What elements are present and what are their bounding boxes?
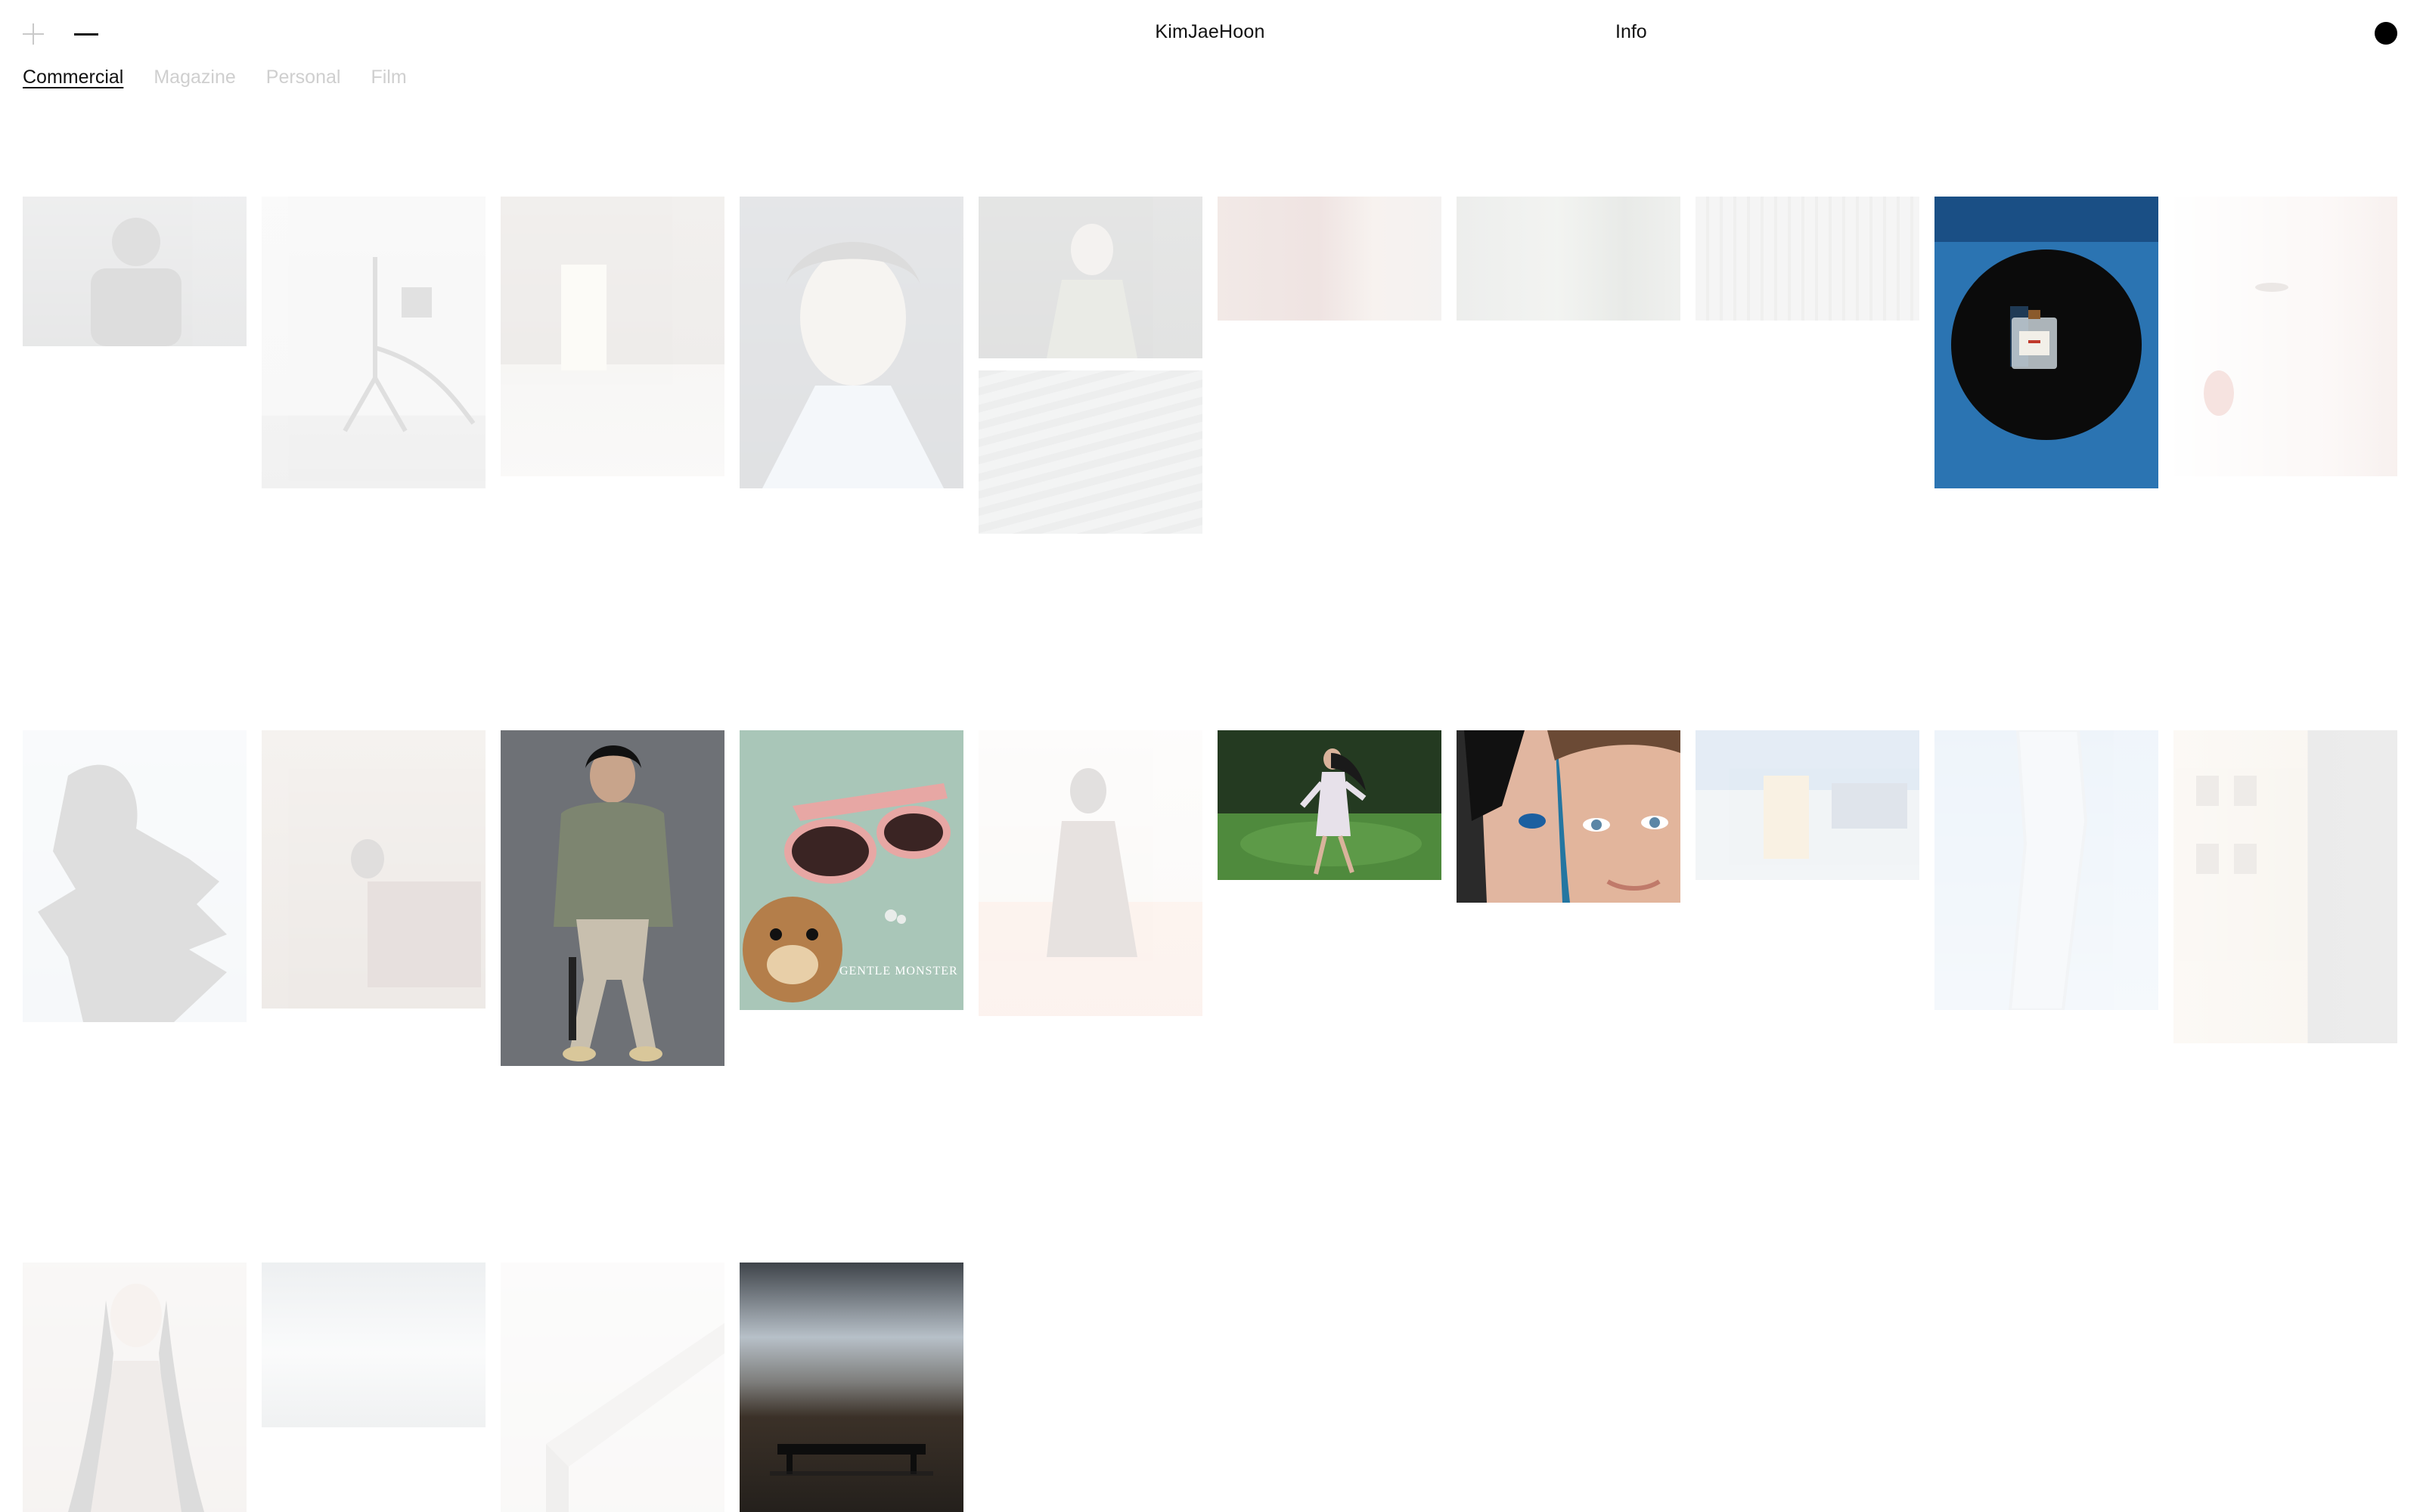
interior-photo — [351, 839, 481, 987]
zoom-out-icon[interactable] — [70, 18, 103, 51]
gallery-thumbnail[interactable] — [1696, 197, 1919, 321]
category-tabs: Commercial Magazine Personal Film — [23, 67, 407, 88]
portrait-photo — [91, 218, 182, 346]
bench-photo — [770, 1444, 933, 1476]
gallery-thumbnail[interactable] — [262, 197, 486, 488]
lamp-photo — [343, 257, 476, 432]
gallery-thumbnail[interactable] — [501, 1263, 724, 1512]
brand-text: GENTLE MONSTER — [839, 965, 958, 978]
gallery-thumbnail-perfume[interactable] — [1934, 197, 2158, 488]
tab-magazine[interactable]: Magazine — [154, 67, 235, 88]
tab-commercial[interactable]: Commercial — [23, 67, 123, 88]
gallery-thumbnail-two-faces[interactable] — [1457, 730, 1680, 903]
face-photo — [2204, 283, 2288, 416]
skyscraper-photo — [2008, 730, 2088, 1010]
gallery-thumbnail[interactable] — [23, 1263, 247, 1512]
tab-film[interactable]: Film — [371, 67, 406, 88]
gallery-thumbnail[interactable] — [262, 730, 486, 1009]
portrait-photo — [1047, 768, 1137, 957]
gallery-thumbnail[interactable] — [1696, 730, 1919, 880]
building-photo — [2196, 776, 2257, 874]
portrait-photo — [762, 242, 944, 488]
godzilla-figure-photo — [38, 764, 227, 1022]
running-woman-photo — [1218, 730, 1441, 880]
portrait-photo — [68, 1284, 204, 1512]
gallery-thumbnail-bench[interactable] — [740, 1263, 963, 1512]
gallery-thumbnail[interactable] — [501, 197, 724, 476]
gallery-thumbnail[interactable] — [979, 730, 1202, 1016]
perfume-photo — [1934, 197, 2158, 488]
gallery-thumbnail[interactable] — [979, 197, 1202, 358]
zoom-in-icon[interactable] — [17, 18, 50, 51]
seated-man-photo — [501, 730, 724, 1066]
portrait-photo — [1047, 224, 1137, 358]
gallery-thumbnail[interactable] — [1218, 197, 1441, 321]
gallery-thumbnail-seated-man[interactable] — [501, 730, 724, 1066]
gallery-thumbnail[interactable] — [1457, 197, 1680, 321]
abstract-photo — [546, 1323, 724, 1512]
gallery-thumbnail-sunglasses[interactable]: GENTLE MONSTER — [740, 730, 963, 1010]
theme-toggle-icon[interactable] — [2375, 22, 2397, 45]
gallery-thumbnail[interactable] — [740, 197, 963, 488]
site-title[interactable]: KimJaeHoon — [1150, 21, 1270, 43]
gallery-thumbnail-running-woman[interactable] — [1218, 730, 1441, 880]
gallery-thumbnail[interactable] — [2173, 730, 2397, 1043]
gallery-thumbnail[interactable] — [1934, 730, 2158, 1010]
gallery-thumbnail[interactable] — [23, 197, 247, 346]
info-link[interactable]: Info — [1615, 21, 1647, 43]
tab-personal[interactable]: Personal — [266, 67, 341, 88]
two-faces-photo — [1457, 730, 1680, 903]
gallery-thumbnail[interactable] — [2173, 197, 2397, 476]
gallery-thumbnail[interactable] — [979, 370, 1202, 534]
gallery-thumbnail[interactable] — [262, 1263, 486, 1427]
gallery-thumbnail[interactable] — [23, 730, 247, 1022]
